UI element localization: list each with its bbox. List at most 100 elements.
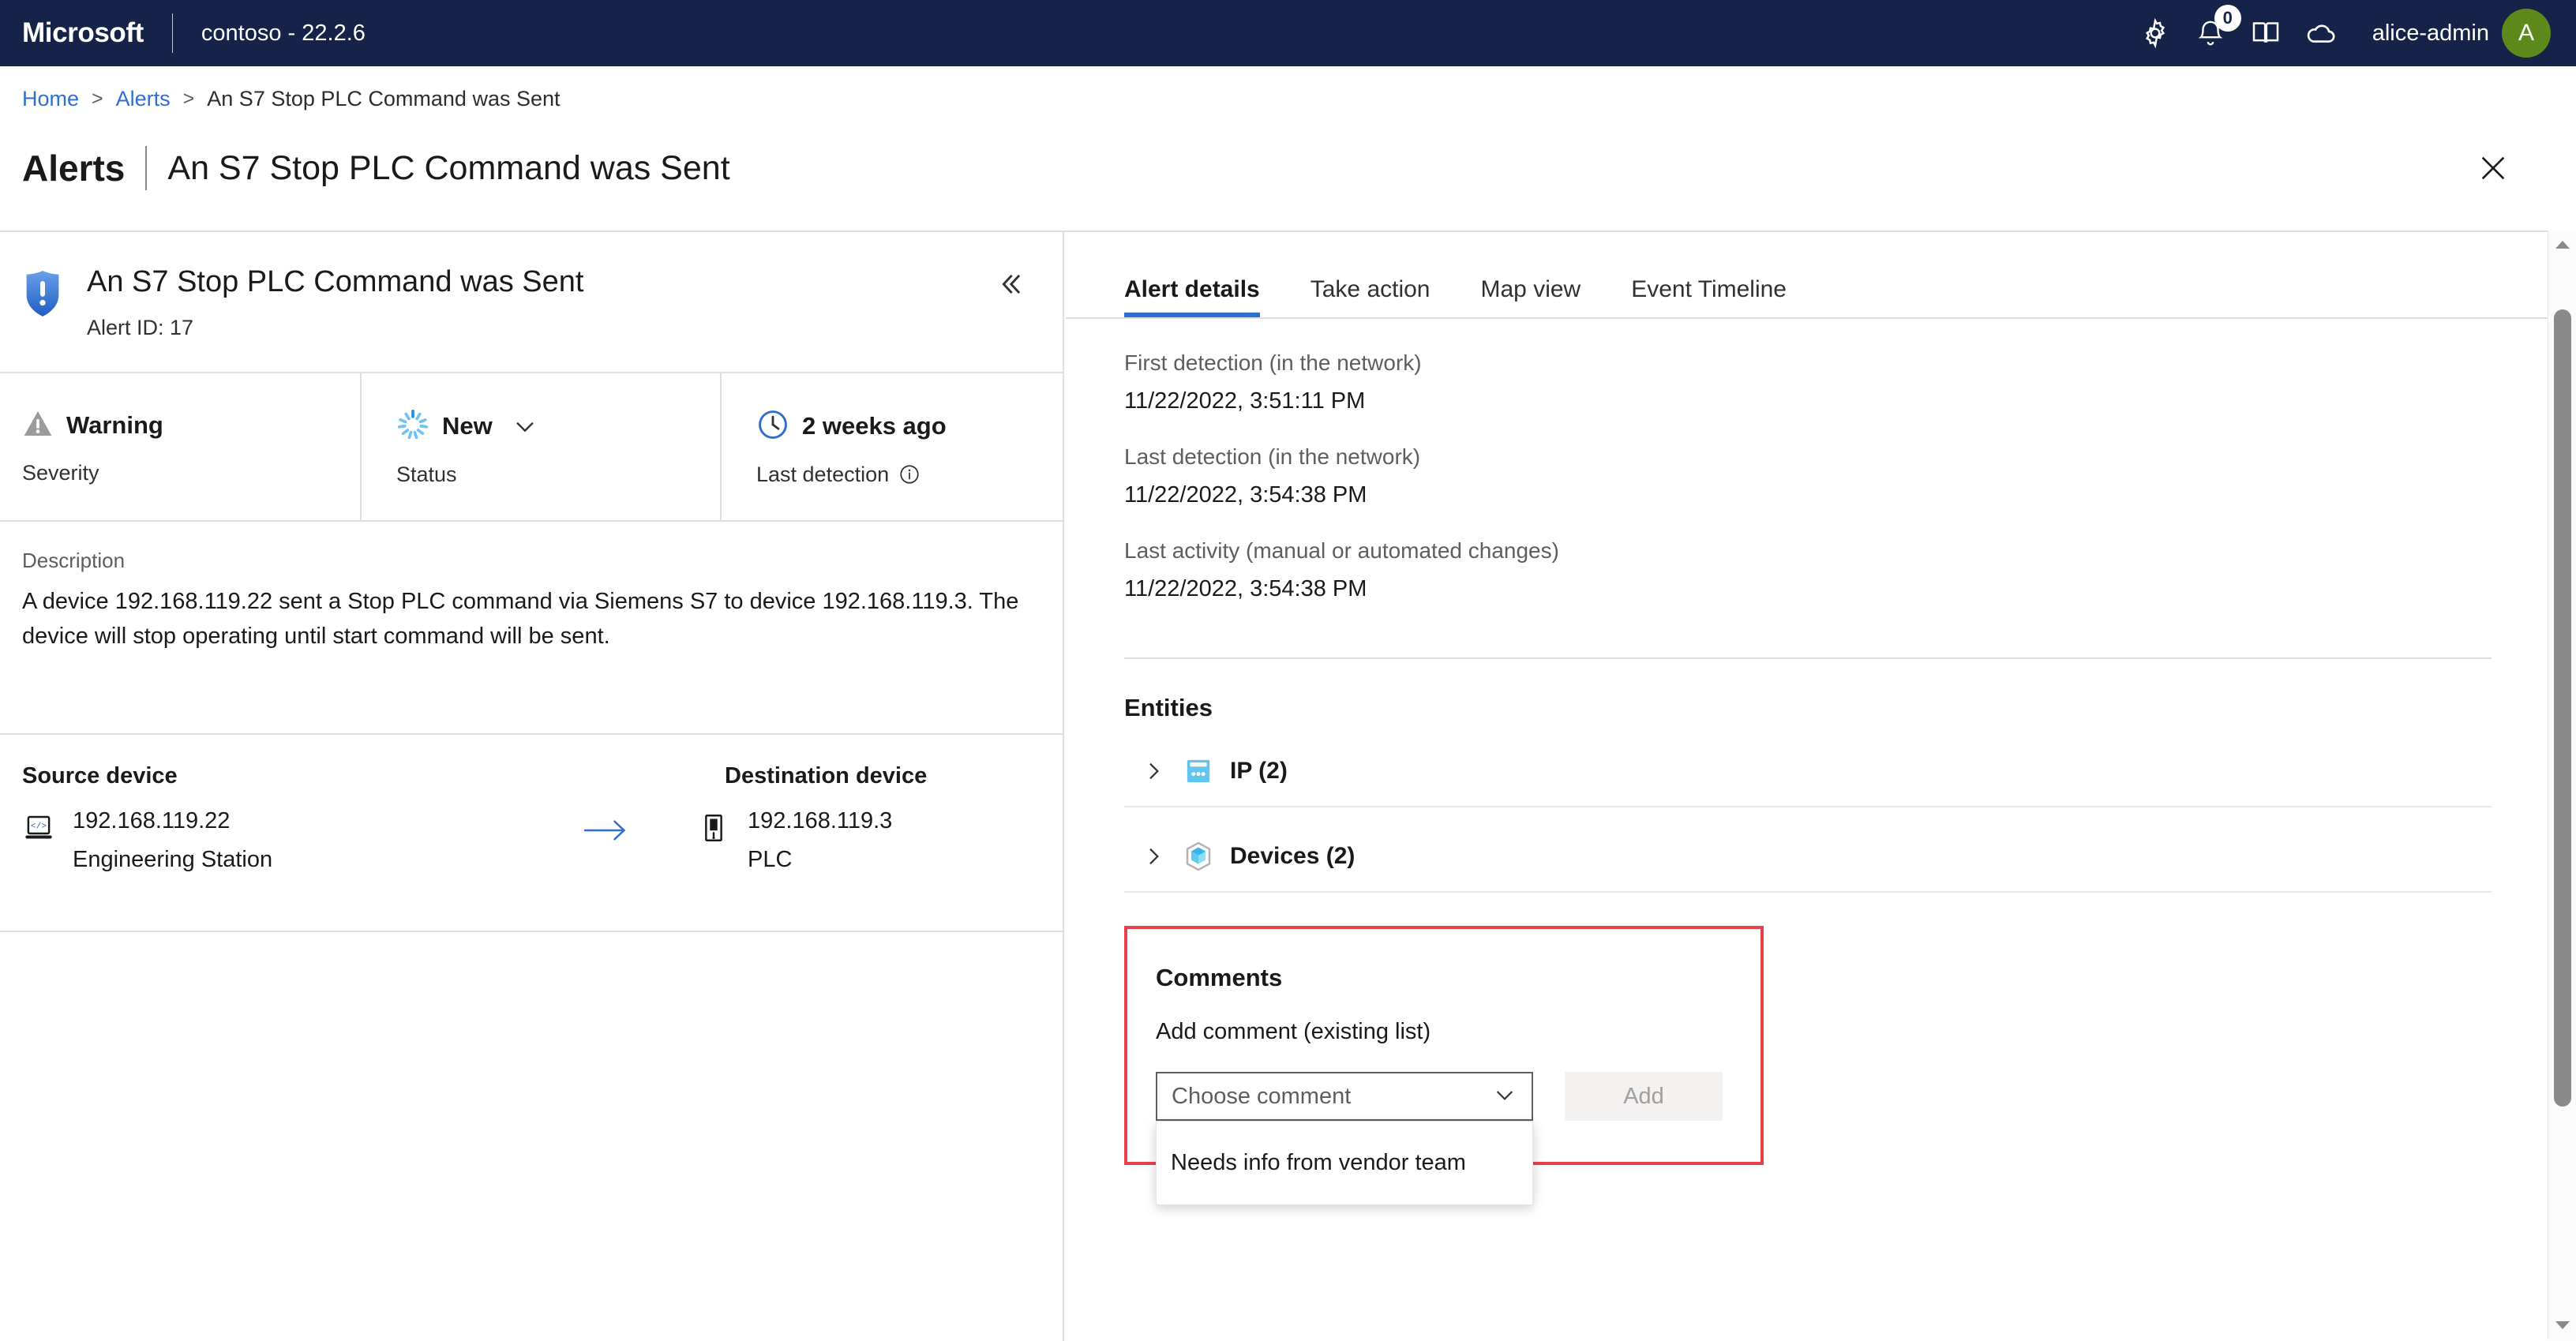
bell-icon[interactable]: 0: [2183, 0, 2241, 66]
comment-options-dropdown: Needs info from vendor team: [1156, 1121, 1533, 1205]
engineering-station-icon: </>: [22, 811, 55, 848]
destination-device-info: 192.168.119.3 PLC: [748, 808, 892, 873]
entity-label-ip: IP (2): [1230, 758, 1288, 784]
status-value: New: [442, 412, 493, 440]
source-device-type: Engineering Station: [73, 846, 273, 872]
last-detection-field: Last detection (in the network) 11/22/20…: [1124, 444, 2492, 508]
severity-cell: Warning Severity: [0, 373, 360, 520]
warning-icon: [22, 408, 54, 444]
entity-row-devices[interactable]: Devices (2): [1124, 822, 2492, 893]
alert-header-text: An S7 Stop PLC Command was Sent Alert ID…: [87, 265, 583, 340]
breadcrumb-alerts[interactable]: Alerts: [116, 87, 171, 111]
first-detection-value: 11/22/2022, 3:51:11 PM: [1124, 388, 1366, 414]
first-detection-field: First detection (in the network) 11/22/2…: [1124, 350, 2492, 414]
breadcrumb: Home > Alerts > An S7 Stop PLC Command w…: [22, 87, 561, 111]
topbar-divider: [171, 13, 173, 53]
last-detection-cell: 2 weeks ago Last detection: [720, 373, 1063, 520]
page-title-main: Alerts: [22, 148, 126, 189]
alert-details-panel: Alert details Take action Map view Event…: [1066, 232, 2550, 1341]
severity-value: Warning: [66, 411, 163, 440]
add-comment-label: Add comment (existing list): [1156, 1019, 1431, 1044]
clock-icon: [756, 408, 789, 445]
flow-arrow-icon: [516, 808, 697, 845]
scroll-up-arrow-icon[interactable]: [2548, 230, 2576, 259]
alert-meta-row: Warning Severity New Status 2 weeks ago …: [0, 373, 1063, 522]
page-title: Alerts An S7 Stop PLC Command was Sent: [22, 146, 730, 190]
last-detection-label: Last detection: [756, 463, 1063, 487]
tab-event-timeline[interactable]: Event Timeline: [1631, 276, 1787, 317]
last-activity-label: Last activity (manual or automated chang…: [1124, 538, 1559, 563]
last-activity-value: 11/22/2022, 3:54:38 PM: [1124, 576, 1367, 601]
chevron-down-icon[interactable]: [512, 413, 538, 440]
last-detection-network-label: Last detection (in the network): [1124, 444, 1421, 469]
status-new-spinner-icon: [396, 408, 429, 445]
description-label: Description: [22, 548, 126, 572]
chevron-down-icon-select: [1492, 1082, 1517, 1111]
source-device-heading: Source device: [22, 762, 178, 788]
info-icon[interactable]: [898, 463, 921, 485]
source-device-ip[interactable]: 192.168.119.22: [73, 808, 272, 834]
add-comment-button[interactable]: Add: [1565, 1072, 1723, 1121]
device-headings: Source device Destination device: [22, 763, 1041, 789]
alert-detail-content: An S7 Stop PLC Command was Sent Alert ID…: [0, 230, 2576, 1341]
tab-map-view[interactable]: Map view: [1481, 276, 1581, 317]
last-detection-value: 2 weeks ago: [802, 412, 947, 440]
destination-device[interactable]: 192.168.119.3 PLC: [697, 808, 892, 873]
last-detection-label-text: Last detection: [756, 462, 890, 486]
ip-entity-icon: [1183, 755, 1214, 787]
close-icon[interactable]: [2465, 140, 2521, 196]
collapse-panel-icon[interactable]: [990, 264, 1031, 305]
topbar-actions: 0 alice-admin A: [2128, 0, 2576, 66]
source-device-info: 192.168.119.22 Engineering Station: [73, 808, 272, 873]
cloud-icon[interactable]: [2293, 0, 2349, 66]
description-text: A device 192.168.119.22 sent a Stop PLC …: [22, 588, 1019, 649]
scrollbar-thumb[interactable]: [2554, 309, 2571, 1107]
page-title-divider: [145, 146, 148, 190]
vertical-scrollbar[interactable]: [2548, 230, 2576, 1339]
entity-label-devices: Devices (2): [1230, 843, 1355, 869]
tab-bar: Alert details Take action Map view Event…: [1066, 232, 2550, 319]
device-entity-icon: [1183, 841, 1214, 872]
destination-device-type: PLC: [748, 846, 793, 872]
comment-controls: Choose comment Add Needs info from vendo…: [1156, 1072, 1727, 1205]
tab-take-action[interactable]: Take action: [1310, 276, 1430, 317]
username-label[interactable]: alice-admin: [2372, 21, 2489, 47]
breadcrumb-separator-2: >: [182, 88, 195, 110]
comments-title: Comments: [1156, 964, 1283, 991]
severity-label: Severity: [22, 460, 99, 485]
notification-count-badge: 0: [2214, 5, 2241, 32]
chevron-right-icon[interactable]: [1124, 759, 1183, 784]
last-activity-field: Last activity (manual or automated chang…: [1124, 538, 2492, 602]
top-navigation-bar: Microsoft contoso - 22.2.6 0 alice-admin…: [0, 0, 2576, 66]
page-title-subtitle: An S7 Stop PLC Command was Sent: [167, 148, 730, 187]
breadcrumb-current: An S7 Stop PLC Command was Sent: [207, 87, 561, 111]
gear-icon[interactable]: [2128, 0, 2183, 66]
devices-block: Source device Destination device </> 192…: [0, 735, 1063, 932]
source-device[interactable]: </> 192.168.119.22 Engineering Station: [22, 808, 516, 873]
chevron-right-icon-2[interactable]: [1124, 844, 1183, 869]
microsoft-logo[interactable]: Microsoft: [22, 17, 144, 49]
book-icon[interactable]: [2238, 0, 2293, 66]
alert-summary-panel: An S7 Stop PLC Command was Sent Alert ID…: [0, 232, 1064, 1341]
device-row: </> 192.168.119.22 Engineering Station 1…: [22, 808, 1041, 873]
choose-comment-select[interactable]: Choose comment: [1156, 1072, 1533, 1121]
shield-alert-icon: [22, 270, 63, 321]
plc-icon: [697, 811, 730, 848]
alert-title: An S7 Stop PLC Command was Sent: [87, 265, 584, 298]
last-detection-network-value: 11/22/2022, 3:54:38 PM: [1124, 482, 1367, 508]
tab-alert-details[interactable]: Alert details: [1124, 276, 1260, 317]
first-detection-label: First detection (in the network): [1124, 350, 1422, 375]
scroll-down-arrow-icon[interactable]: [2548, 1311, 2576, 1339]
entity-row-ip[interactable]: IP (2): [1124, 736, 2492, 807]
avatar[interactable]: A: [2502, 9, 2551, 58]
description-block: Description A device 192.168.119.22 sent…: [0, 522, 1063, 735]
breadcrumb-home[interactable]: Home: [22, 87, 79, 111]
comment-option-0[interactable]: Needs info from vendor team: [1157, 1139, 1532, 1187]
alert-details-body: First detection (in the network) 11/22/2…: [1066, 319, 2550, 1205]
alert-id: Alert ID: 17: [87, 315, 194, 339]
detection-times-block: First detection (in the network) 11/22/2…: [1124, 319, 2492, 629]
choose-comment-placeholder: Choose comment: [1172, 1083, 1352, 1109]
destination-device-ip[interactable]: 192.168.119.3: [748, 808, 892, 834]
comments-card: Comments Add comment (existing list) Cho…: [1124, 926, 1764, 1205]
destination-device-heading: Destination device: [725, 762, 928, 788]
